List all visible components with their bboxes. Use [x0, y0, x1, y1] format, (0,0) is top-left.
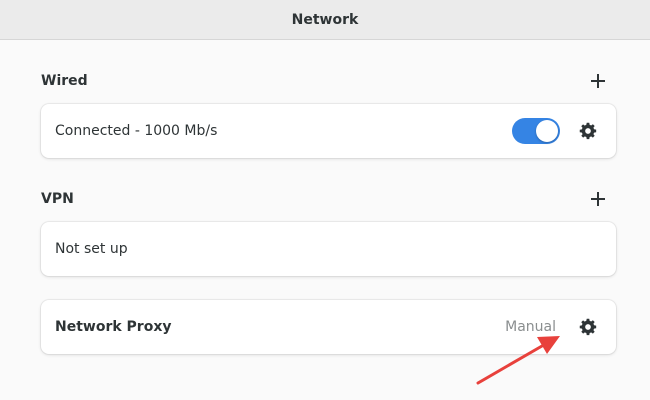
switch-knob [536, 120, 558, 142]
wired-connection-status: Connected - 1000 Mb/s [55, 123, 218, 139]
window-title: Network [291, 11, 359, 28]
network-proxy-row[interactable]: Network Proxy Manual [41, 300, 616, 354]
plus-icon [591, 74, 605, 88]
wired-section-title: Wired [41, 73, 88, 89]
vpn-section-header: VPN [41, 184, 609, 214]
network-proxy-settings-button[interactable] [574, 313, 602, 341]
gear-icon [579, 318, 597, 336]
wired-settings-button[interactable] [574, 117, 602, 145]
vpn-status: Not set up [55, 241, 128, 257]
wired-connection-row: Connected - 1000 Mb/s [41, 104, 616, 158]
gear-icon [579, 122, 597, 140]
network-proxy-mode: Manual [505, 319, 556, 335]
wired-connection-switch[interactable] [512, 118, 560, 144]
add-wired-connection-button[interactable] [587, 70, 609, 92]
header-bar: Network [0, 0, 650, 40]
plus-icon [591, 192, 605, 206]
vpn-section-title: VPN [41, 191, 74, 207]
network-proxy-label: Network Proxy [55, 319, 172, 335]
vpn-row: Not set up [41, 222, 616, 276]
add-vpn-button[interactable] [587, 188, 609, 210]
wired-section-header: Wired [41, 66, 609, 96]
network-panel: Wired Connected - 1000 Mb/s VPN Not set … [0, 40, 650, 400]
